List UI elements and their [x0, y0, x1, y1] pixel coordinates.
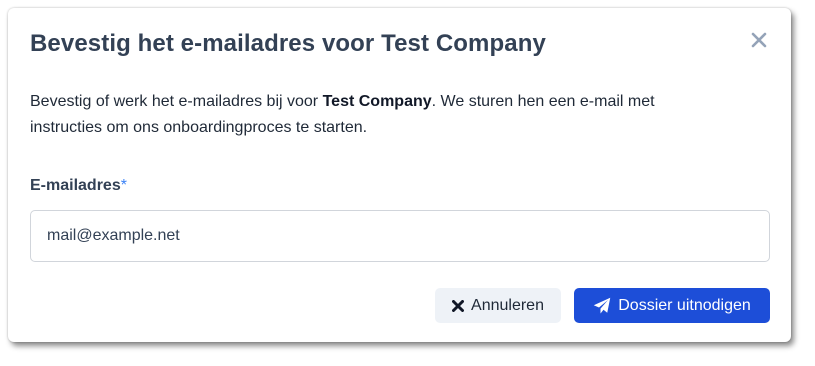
email-input[interactable] — [30, 210, 770, 262]
confirm-email-dialog: Bevestig het e-mailadres voor Test Compa… — [8, 8, 791, 342]
company-name: Test Company — [322, 93, 432, 110]
close-button[interactable] — [747, 28, 771, 52]
cancel-button[interactable]: Annuleren — [435, 288, 561, 323]
description-text-before: Bevestig of werk het e-mailadres bij voo… — [30, 93, 323, 110]
email-label-text: E-mailadres — [30, 177, 121, 194]
close-icon — [751, 32, 767, 48]
required-marker: * — [120, 177, 127, 194]
invite-button-label: Dossier uitnodigen — [618, 296, 751, 314]
dialog-description: Bevestig of werk het e-mailadres bij voo… — [30, 89, 730, 141]
cancel-button-label: Annuleren — [471, 296, 544, 314]
invite-dossier-button[interactable]: Dossier uitnodigen — [574, 288, 770, 323]
times-icon — [452, 299, 465, 312]
email-label: E-mailadres* — [30, 177, 127, 195]
dialog-title: Bevestig het e-mailadres voor Test Compa… — [30, 30, 546, 57]
paper-plane-icon — [593, 297, 611, 315]
